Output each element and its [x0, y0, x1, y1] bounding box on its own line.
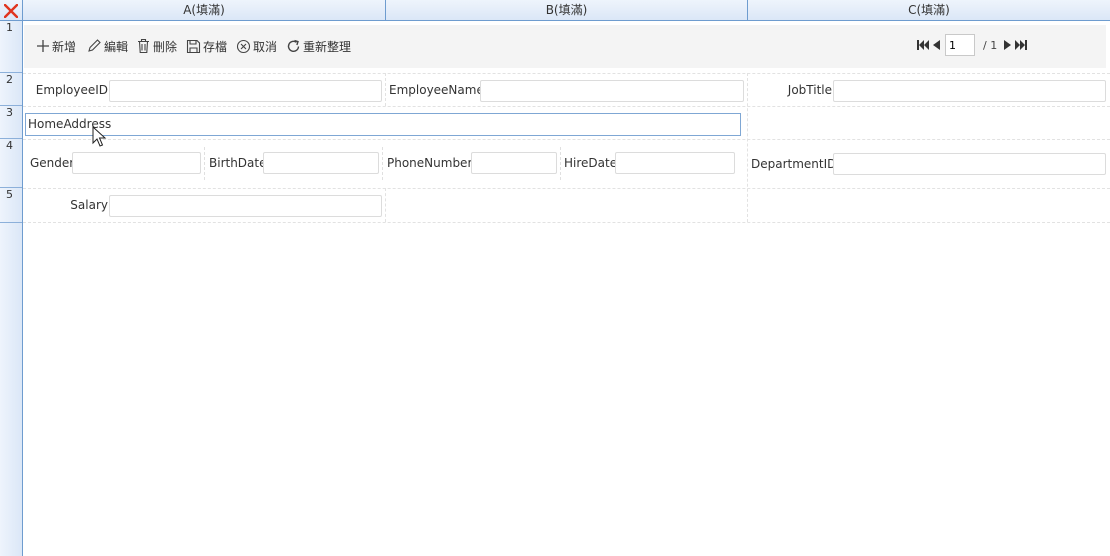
row-header-4[interactable]: 4	[0, 139, 22, 188]
cancel-button-label: 取消	[253, 39, 278, 54]
column-header-bar: A(填滿) B(填滿) C(填滿)	[0, 0, 1110, 21]
row-header-1[interactable]: 1	[0, 21, 22, 73]
column-header-a[interactable]: A(填滿)	[23, 0, 386, 20]
home-address-field[interactable]: HomeAddress	[25, 113, 741, 136]
field-separator	[560, 147, 561, 180]
add-button[interactable]: 新增	[36, 37, 76, 55]
pencil-icon	[88, 39, 101, 52]
column-header-b[interactable]: B(填滿)	[386, 0, 748, 20]
refresh-button-label: 重新整理	[303, 39, 352, 54]
row-header-5[interactable]: 5	[0, 188, 22, 223]
column-header-c[interactable]: C(填滿)	[748, 0, 1110, 20]
mouse-cursor-icon	[92, 126, 107, 147]
trash-icon	[138, 38, 149, 54]
hire-date-label: HireDate	[564, 156, 618, 170]
grid-line	[23, 188, 1110, 189]
cancel-circle-icon	[236, 39, 251, 53]
grid-line	[23, 106, 1110, 107]
plus-icon	[37, 40, 49, 52]
edit-button[interactable]: 編輯	[86, 37, 128, 55]
salary-label: Salary	[70, 198, 108, 212]
page-number-input[interactable]	[945, 34, 975, 56]
refresh-icon	[287, 39, 300, 52]
edit-button-label: 編輯	[104, 39, 129, 54]
job-title-input[interactable]	[833, 80, 1106, 102]
row-header-2[interactable]: 2	[0, 73, 22, 106]
pager: / 1	[916, 34, 1028, 56]
row-header-3[interactable]: 3	[0, 106, 22, 139]
refresh-button[interactable]: 重新整理	[286, 37, 351, 55]
employee-name-input[interactable]	[480, 80, 744, 102]
floppy-disk-icon	[186, 39, 201, 53]
toolbar: 新增 編輯 刪除 存檔 取消 重新整理 1 / 1	[24, 25, 1106, 68]
save-button[interactable]: 存檔	[186, 37, 227, 55]
department-id-label: DepartmentID	[751, 157, 837, 171]
phone-number-label: PhoneNumber	[387, 156, 473, 170]
grid-line	[747, 73, 748, 222]
select-all-corner[interactable]	[0, 0, 23, 21]
first-page-icon[interactable]	[917, 40, 930, 50]
add-button-label: 新增	[52, 39, 77, 54]
row-header-bar: 1 2 3 4 5	[0, 21, 23, 556]
last-page-icon[interactable]	[1014, 40, 1028, 50]
next-page-icon[interactable]	[1003, 40, 1012, 50]
close-x-icon	[4, 3, 18, 18]
job-title-label: JobTitle	[787, 83, 832, 97]
employee-id-input[interactable]	[109, 80, 382, 102]
phone-number-input[interactable]	[471, 152, 557, 174]
field-separator	[204, 147, 205, 180]
birth-date-label: BirthDate	[209, 156, 267, 170]
prev-page-icon[interactable]	[932, 40, 941, 50]
grid-line	[23, 73, 1110, 74]
gender-input[interactable]	[72, 152, 201, 174]
employee-name-label: EmployeeName	[389, 83, 484, 97]
save-button-label: 存檔	[203, 39, 228, 54]
field-separator	[382, 147, 383, 180]
grid-line	[385, 188, 386, 222]
delete-button[interactable]: 刪除	[136, 37, 177, 55]
grid-line	[385, 73, 386, 106]
hire-date-input[interactable]	[615, 152, 735, 174]
salary-input[interactable]	[109, 195, 382, 217]
delete-button-label: 刪除	[153, 39, 178, 54]
gender-label: Gender	[30, 156, 75, 170]
employee-id-label: EmployeeID	[35, 83, 108, 97]
birth-date-input[interactable]	[263, 152, 379, 174]
cancel-button[interactable]: 取消	[236, 37, 277, 55]
department-id-input[interactable]	[833, 153, 1106, 175]
grid-line	[23, 139, 1110, 140]
page-total: / 1	[983, 38, 998, 52]
grid-line	[23, 222, 1110, 223]
